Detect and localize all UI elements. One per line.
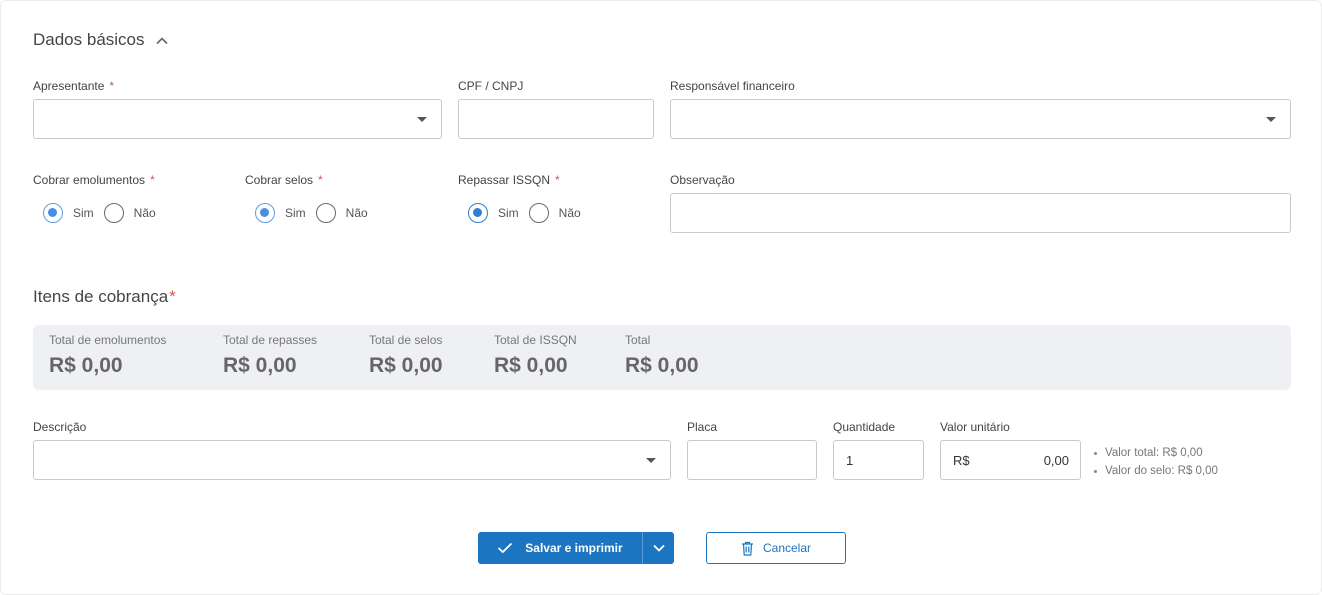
responsavel-select[interactable] [670,99,1291,139]
cancel-button[interactable]: Cancelar [706,532,846,564]
descricao-label: Descrição [33,420,87,434]
cpf-cnpj-input[interactable] [458,99,654,139]
totals-panel: Total de emolumentos R$ 0,00 Total de re… [33,325,1291,390]
section-itens-cobranca: Itens de cobrança * [33,287,176,306]
total-repasses: Total de repasses R$ 0,00 [223,333,318,377]
cobrar-emolumentos-radio-group: Sim Não [43,203,166,223]
placa-input[interactable] [687,440,817,480]
total-emolumentos: Total de emolumentos R$ 0,00 [49,333,167,377]
cobrar-emolumentos-label: Cobrar emolumentos * [33,173,155,187]
quantidade-input[interactable]: 1 [833,440,924,480]
total-geral: Total R$ 0,00 [625,333,699,377]
radio-sim[interactable] [468,203,488,223]
save-print-split-button: Salvar e imprimir [478,532,674,564]
caret-down-icon [646,458,656,463]
repassar-issqn-radio-group: Sim Não [468,203,591,223]
radio-nao[interactable] [315,203,336,223]
save-options-dropdown[interactable] [643,532,674,564]
quantidade-label: Quantidade [833,420,896,434]
radio-sim[interactable] [255,203,275,223]
descricao-select[interactable] [33,440,671,480]
chevron-up-icon[interactable] [155,33,169,47]
apresentante-select[interactable] [33,99,442,139]
valor-total-text: Valor total: R$ 0,00 [1091,444,1218,462]
cpf-cnpj-label: CPF / CNPJ [458,79,524,93]
total-issqn: Total de ISSQN R$ 0,00 [494,333,577,377]
radio-nao[interactable] [528,203,549,223]
apresentante-label: Apresentante * [33,79,115,93]
item-summary: Valor total: R$ 0,00 Valor do selo: R$ 0… [1091,444,1218,480]
total-selos: Total de selos R$ 0,00 [369,333,443,377]
caret-down-icon [417,117,427,122]
radio-nao[interactable] [103,203,124,223]
responsavel-label: Responsável financeiro [670,79,795,93]
valor-unitario-label: Valor unitário [940,420,1010,434]
check-icon [498,542,513,554]
cobrar-selos-radio-group: Sim Não [255,203,378,223]
section-title: Dados básicos [33,30,145,49]
valor-unitario-input[interactable]: R$ 0,00 [940,440,1081,480]
observacao-label: Observação [670,173,735,187]
chevron-down-icon [652,544,665,552]
cobrar-selos-label: Cobrar selos * [245,173,323,187]
repassar-issqn-label: Repassar ISSQN * [458,173,560,187]
placa-label: Placa [687,420,718,434]
section-title: Itens de cobrança [33,287,169,306]
form-card: Dados básicos Apresentante * CPF / CNPJ R… [0,0,1322,595]
valor-selo-text: Valor do selo: R$ 0,00 [1091,462,1218,480]
observacao-input[interactable] [670,193,1291,233]
save-print-button[interactable]: Salvar e imprimir [478,532,643,564]
radio-sim[interactable] [43,203,63,223]
trash-icon [741,541,753,556]
caret-down-icon [1266,117,1276,122]
section-dados-basicos[interactable]: Dados básicos [33,30,169,50]
